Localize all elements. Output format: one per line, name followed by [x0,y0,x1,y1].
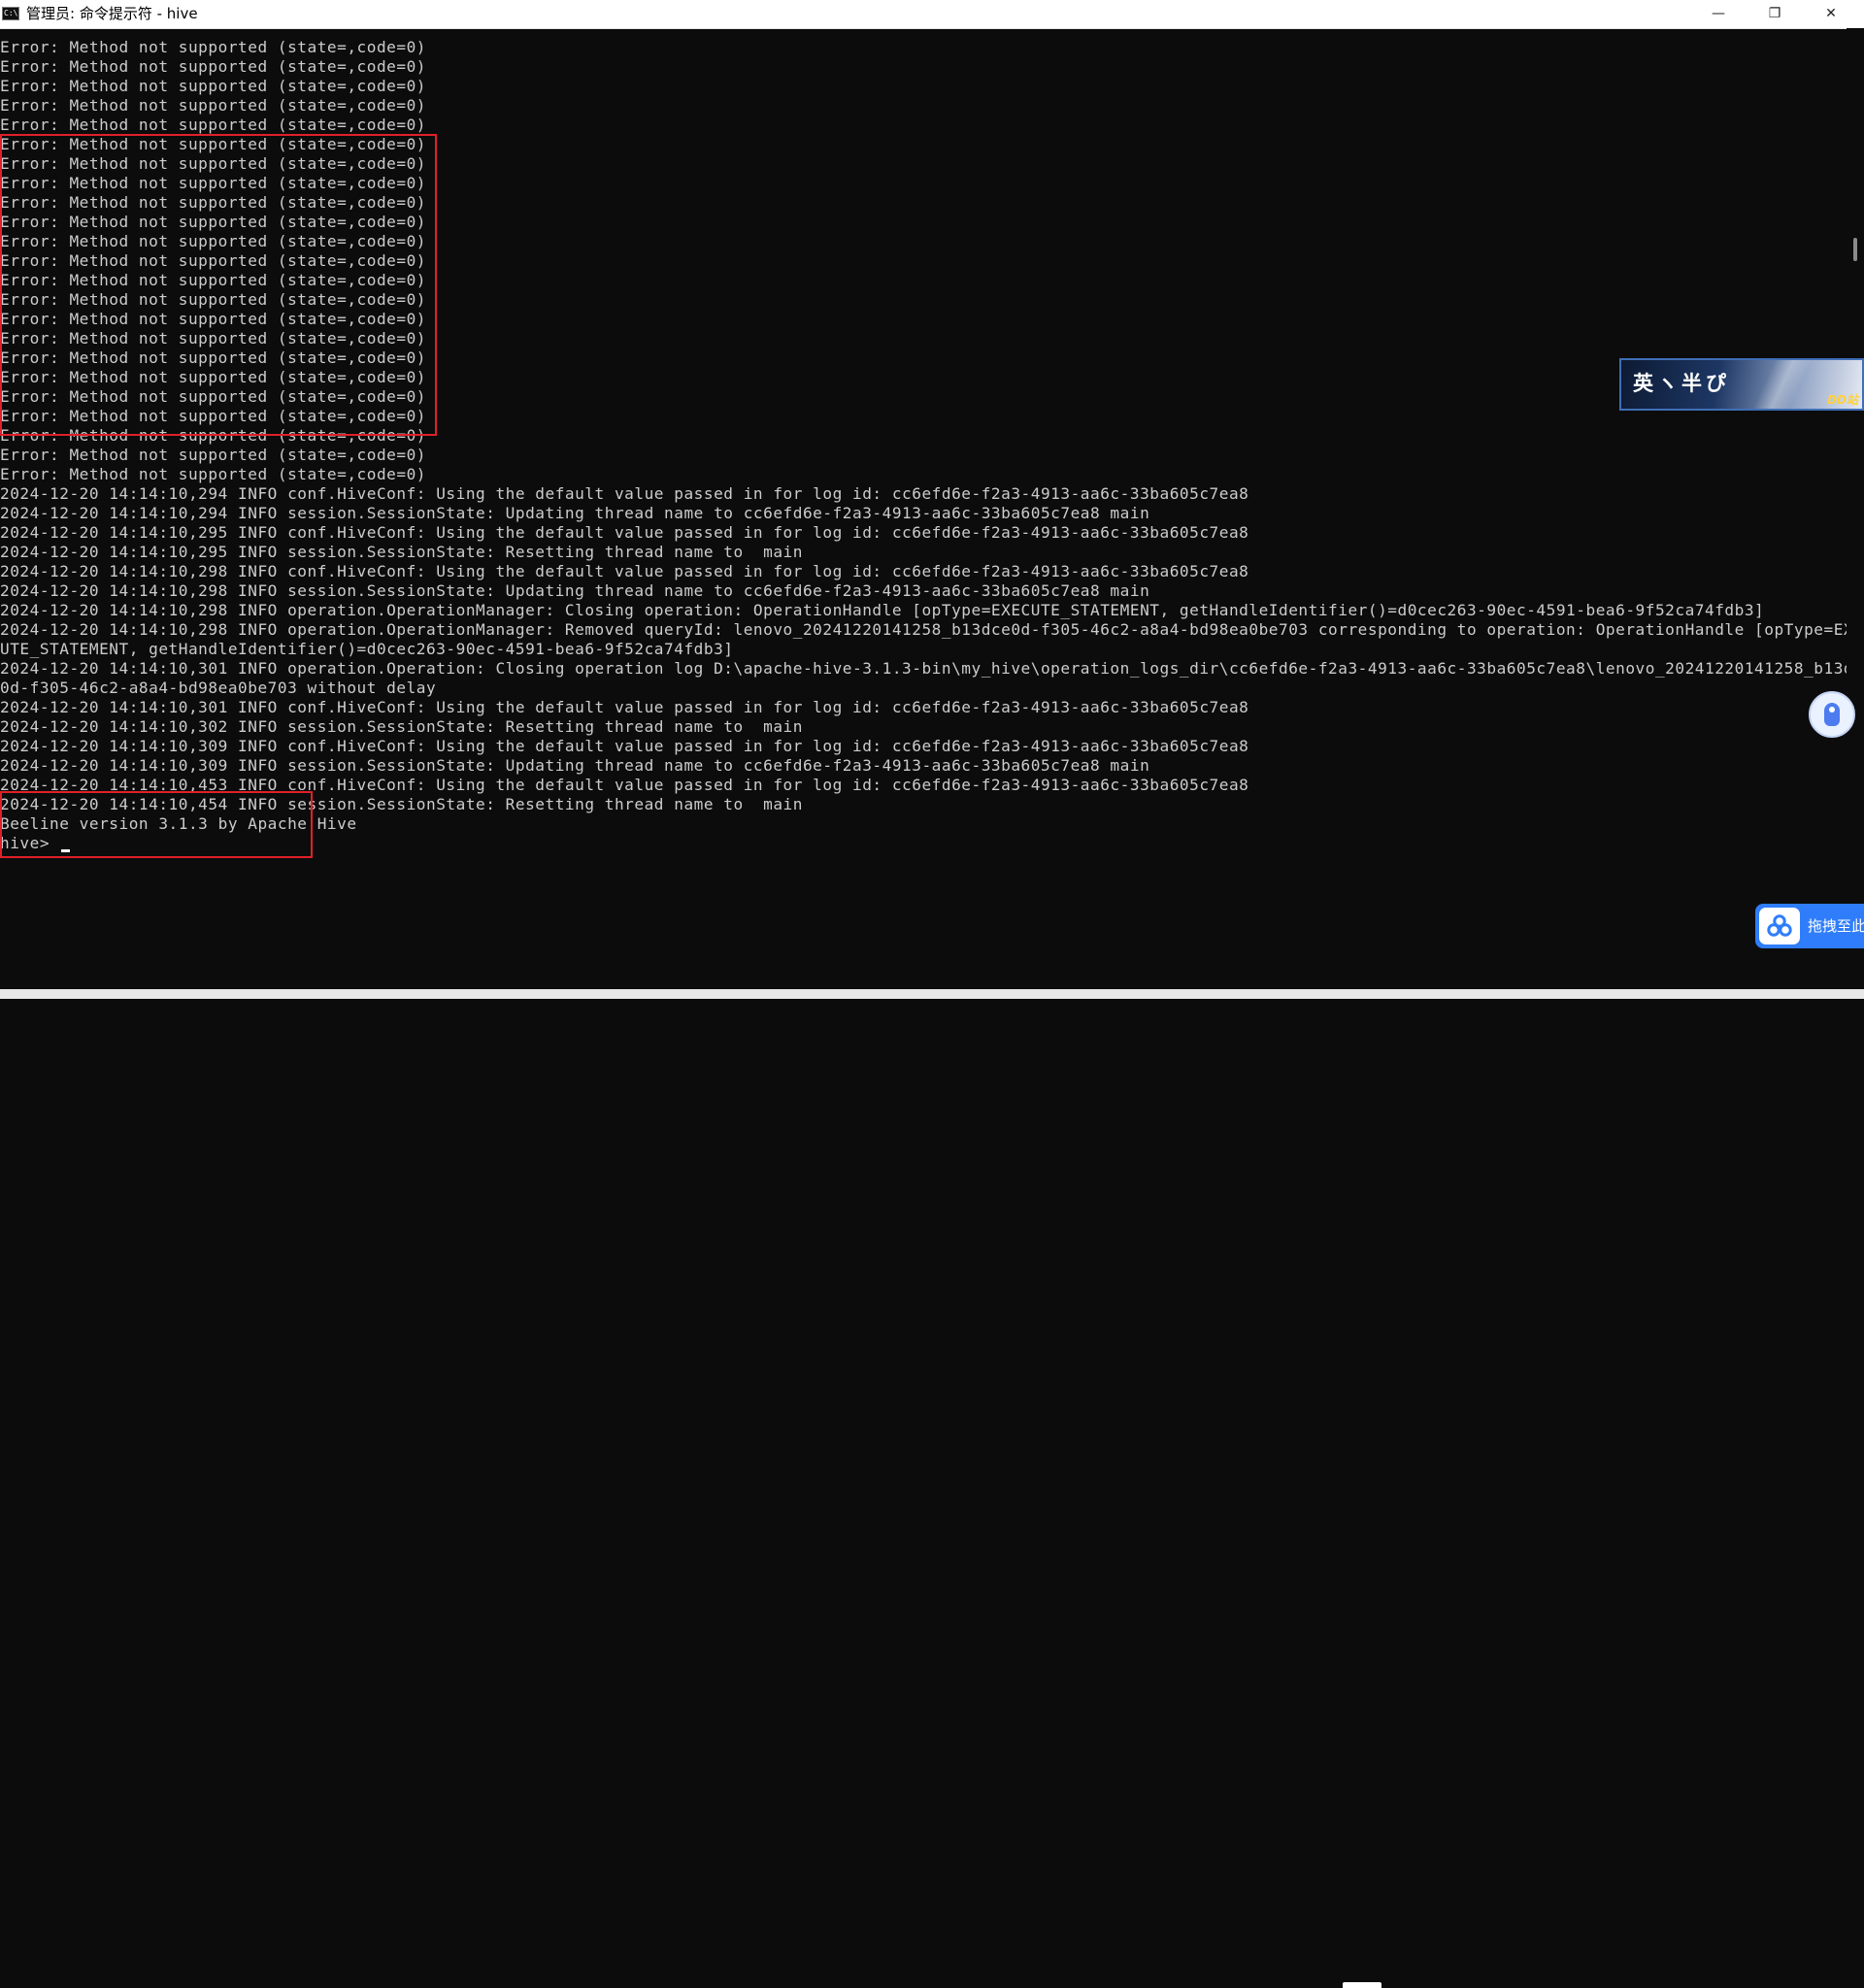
terminal-line: UTE_STATEMENT, getHandleIdentifier()=d0c… [0,640,734,658]
vertical-scrollbar[interactable] [1847,28,1864,989]
terminal-line: 2024-12-20 14:14:10,295 INFO session.Ses… [0,543,803,561]
terminal-line: 2024-12-20 14:14:10,298 INFO operation.O… [0,620,1847,639]
close-button[interactable]: ✕ [1803,0,1859,28]
baidu-cloud-icon-wrap [1759,908,1800,944]
terminal-line: 0d-f305-46c2-a8a4-bd98ea0be703 without d… [0,679,437,697]
terminal-line: 2024-12-20 14:14:10,301 INFO operation.O… [0,659,1847,678]
game-widget-text: 英ヽ半ぴ [1633,372,1730,395]
terminal-line: 2024-12-20 14:14:10,302 INFO session.Ses… [0,717,803,736]
terminal-line: 2024-12-20 14:14:10,453 INFO conf.HiveCo… [0,776,1249,794]
terminal-line: Error: Method not supported (state=,code… [0,310,426,328]
terminal-line: Error: Method not supported (state=,code… [0,96,426,115]
terminal-line: 2024-12-20 14:14:10,298 INFO conf.HiveCo… [0,562,1249,580]
terminal-line: 2024-12-20 14:14:10,298 INFO operation.O… [0,601,1765,619]
scrollbar-thumb[interactable] [1853,238,1857,261]
game-widget-badge: DD站 [1827,393,1858,407]
terminal-line: 2024-12-20 14:14:10,294 INFO session.Ses… [0,504,1150,522]
restore-button[interactable]: ❐ [1747,0,1803,28]
terminal-line: Error: Method not supported (state=,code… [0,387,426,406]
terminal-line: Error: Method not supported (state=,code… [0,154,426,173]
terminal-line: 2024-12-20 14:14:10,301 INFO conf.HiveCo… [0,698,1249,716]
terminal-line: Error: Method not supported (state=,code… [0,77,426,95]
terminal-line: Error: Method not supported (state=,code… [0,446,426,464]
terminal-line: 2024-12-20 14:14:10,309 INFO conf.HiveCo… [0,737,1249,755]
baidu-drop-widget[interactable]: 拖拽至此 [1755,904,1864,948]
window-title: 管理员: 命令提示符 - hive [26,5,198,22]
terminal-line: Error: Method not supported (state=,code… [0,426,426,445]
text-cursor [61,849,71,852]
title-bar[interactable]: C:\ 管理员: 命令提示符 - hive — ❐ ✕ [0,0,1864,29]
terminal-line: 2024-12-20 14:14:10,309 INFO session.Ses… [0,756,1150,775]
terminal-line: Error: Method not supported (state=,code… [0,174,426,192]
terminal-line: Beeline version 3.1.3 by Apache Hive [0,814,357,833]
terminal-line: Error: Method not supported (state=,code… [0,38,426,56]
cloud-icon [1767,914,1792,937]
terminal-line: Error: Method not supported (state=,code… [0,135,426,153]
cmd-app-icon: C:\ [2,7,19,20]
floating-assistant-button[interactable] [1809,691,1855,738]
terminal-line: Error: Method not supported (state=,code… [0,407,426,425]
terminal-output[interactable]: Error: Method not supported (state=,code… [0,28,1847,989]
terminal-line: 2024-12-20 14:14:10,454 INFO session.Ses… [0,795,803,813]
terminal-line: 2024-12-20 14:14:10,294 INFO conf.HiveCo… [0,484,1249,503]
terminal-line: Error: Method not supported (state=,code… [0,193,426,212]
widget-decoration [1748,360,1815,409]
terminal-line: 2024-12-20 14:14:10,295 INFO conf.HiveCo… [0,523,1249,542]
terminal-line: Error: Method not supported (state=,code… [0,368,426,386]
game-overlay-widget[interactable]: 英ヽ半ぴ DD站 [1619,358,1864,411]
terminal-line: 2024-12-20 14:14:10,298 INFO session.Ses… [0,581,1150,600]
minimize-button[interactable]: — [1690,0,1747,28]
command-prompt[interactable]: hive> [0,834,71,853]
terminal-line: Error: Method not supported (state=,code… [0,465,426,483]
terminal-line: Error: Method not supported (state=,code… [0,251,426,270]
terminal-line: Error: Method not supported (state=,code… [0,116,426,134]
window-bottom-edge [0,989,1864,1988]
terminal-line: Error: Method not supported (state=,code… [0,348,426,367]
terminal-line: Error: Method not supported (state=,code… [0,57,426,76]
terminal-line: Error: Method not supported (state=,code… [0,271,426,289]
terminal-line: Error: Method not supported (state=,code… [0,213,426,231]
baidu-drop-label: 拖拽至此 [1808,917,1864,935]
mouse-icon [1824,703,1840,726]
terminal-line: Error: Method not supported (state=,code… [0,290,426,309]
terminal-line: Error: Method not supported (state=,code… [0,232,426,250]
prompt-text: hive> [0,834,60,852]
terminal-line: Error: Method not supported (state=,code… [0,329,426,348]
bottom-tab [1343,1982,1381,1988]
